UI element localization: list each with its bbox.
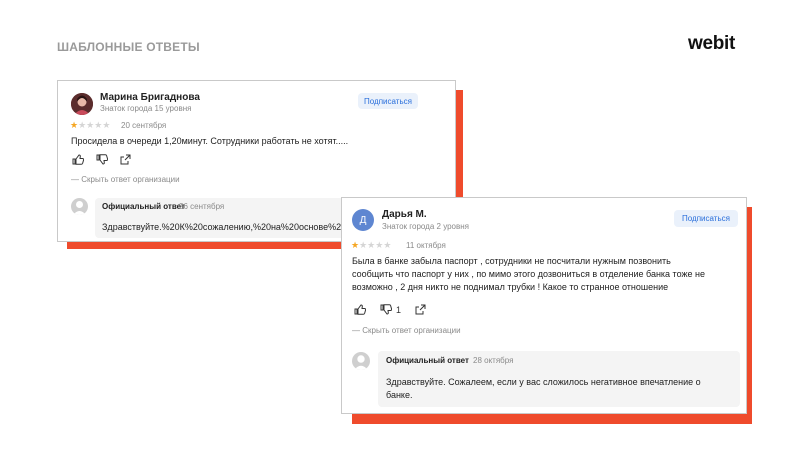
avatar-letter: Д: [359, 214, 367, 226]
review-date: 11 октября: [406, 241, 446, 250]
like-icon[interactable]: [72, 154, 84, 165]
like-icon[interactable]: [354, 304, 366, 315]
reply-date: 26 сентября: [179, 202, 225, 211]
subscribe-button[interactable]: Подписаться: [674, 210, 738, 227]
star-empty-icon: ★: [78, 120, 87, 130]
dislike-icon[interactable]: [380, 304, 392, 315]
dislike-count: 1: [396, 304, 402, 315]
subscribe-button[interactable]: Подписаться: [358, 93, 418, 109]
review-actions: 1: [354, 304, 426, 315]
reply-text-line-2: банке.: [386, 390, 413, 400]
review-text-line-3: возможно , 2 дня никто не поднимал трубк…: [352, 282, 669, 292]
author-level: Знаток города 2 уровня: [382, 222, 470, 231]
author-avatar: Д: [352, 209, 374, 231]
organization-avatar: [352, 352, 370, 370]
rating-stars: ★ ★ ★ ★ ★: [70, 120, 110, 131]
author-name[interactable]: Марина Бригаднова: [100, 92, 200, 103]
star-empty-icon: ★: [383, 240, 392, 250]
hide-reply-link[interactable]: — Скрыть ответ организации: [352, 326, 461, 335]
review-card-2: Д Дарья М. Знаток города 2 уровня Подпис…: [341, 197, 747, 414]
reply-title: Официальный ответ: [386, 356, 469, 365]
review-date: 20 сентября: [121, 121, 167, 130]
avatar-photo-icon: [71, 93, 93, 115]
slide-title: ШАБЛОННЫЕ ОТВЕТЫ: [57, 40, 200, 54]
author-name[interactable]: Дарья М.: [382, 209, 427, 220]
rating-stars: ★ ★ ★ ★ ★: [351, 240, 391, 251]
review-text: Просидела в очереди 1,20минут. Сотрудник…: [71, 136, 349, 146]
hide-reply-link[interactable]: — Скрыть ответ организации: [71, 175, 180, 184]
author-level: Знаток города 15 уровня: [100, 104, 192, 113]
star-filled-icon: ★: [351, 240, 360, 250]
brand-logo: webit: [688, 33, 736, 54]
reply-date: 28 октября: [473, 356, 514, 365]
star-empty-icon: ★: [86, 120, 95, 130]
reply-title: Официальный ответ: [102, 202, 185, 211]
star-empty-icon: ★: [375, 240, 384, 250]
review-actions: [72, 154, 131, 165]
organization-avatar: [71, 198, 88, 215]
star-filled-icon: ★: [70, 120, 79, 130]
star-empty-icon: ★: [102, 120, 111, 130]
official-reply: Официальный ответ 28 октября Здравствуйт…: [378, 351, 740, 407]
author-avatar: [71, 93, 93, 115]
star-empty-icon: ★: [367, 240, 376, 250]
review-text-line-2: сообщить что паспорт у них , по мимо это…: [352, 269, 705, 279]
share-icon[interactable]: [415, 304, 426, 315]
dislike-icon[interactable]: [96, 154, 108, 165]
star-empty-icon: ★: [359, 240, 368, 250]
share-icon[interactable]: [120, 154, 131, 165]
star-empty-icon: ★: [94, 120, 103, 130]
reply-text-line-1: Здравствуйте. Сожалеем, если у вас сложи…: [386, 377, 701, 387]
review-text-line-1: Была в банке забыла паспорт , сотрудники…: [352, 256, 671, 266]
